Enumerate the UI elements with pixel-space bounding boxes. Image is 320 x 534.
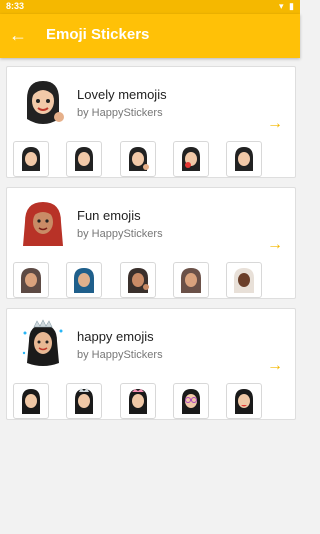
arrow-right-icon[interactable]: → bbox=[267, 115, 283, 133]
arrow-right-icon[interactable]: → bbox=[267, 236, 283, 254]
memoji-face-icon bbox=[75, 147, 93, 171]
sticker-pack-card[interactable]: happy emojis by HappyStickers → bbox=[6, 308, 296, 420]
pack-author: by HappyStickers bbox=[77, 228, 163, 240]
battery-icon: ▮ bbox=[289, 1, 294, 11]
memoji-face-icon bbox=[128, 268, 149, 293]
sticker-thumbnail bbox=[120, 262, 156, 298]
sticker-thumbnail bbox=[173, 262, 209, 298]
sticker-thumbnail bbox=[226, 141, 262, 177]
memoji-face-icon bbox=[75, 388, 93, 414]
pack-author: by HappyStickers bbox=[77, 107, 163, 119]
memoji-face-icon bbox=[22, 147, 40, 171]
memoji-face-icon bbox=[129, 389, 147, 414]
memoji-face-icon bbox=[21, 268, 41, 293]
memoji-face-icon bbox=[181, 268, 201, 293]
arrow-left-icon: ← bbox=[9, 25, 27, 45]
sticker-pack-card[interactable]: Lovely memojis by HappyStickers → bbox=[6, 66, 296, 178]
sticker-pack-list: Lovely memojis by HappyStickers → Fun em… bbox=[0, 58, 300, 534]
sticker-thumbnail bbox=[226, 383, 262, 419]
memoji-face-icon bbox=[129, 147, 149, 171]
status-icons: ▾ ▮ bbox=[276, 1, 294, 12]
pack-tray-image bbox=[22, 319, 63, 366]
pack-name: Lovely memojis bbox=[77, 87, 167, 102]
pack-tray-image bbox=[23, 202, 63, 246]
status-time: 8:33 bbox=[6, 1, 25, 11]
sticker-thumbnail bbox=[13, 383, 49, 419]
page-title: Emoji Stickers bbox=[46, 26, 150, 43]
memoji-face-icon bbox=[234, 268, 254, 293]
sticker-thumbnail bbox=[66, 262, 102, 298]
sticker-thumbnail bbox=[173, 383, 209, 419]
sticker-thumbnail bbox=[120, 383, 156, 419]
status-bar: 8:33 ▾ ▮ bbox=[0, 0, 300, 14]
sticker-thumbnail bbox=[13, 141, 49, 177]
sticker-thumbnail bbox=[66, 141, 102, 177]
back-button[interactable]: ← bbox=[8, 24, 28, 46]
pack-name: Fun emojis bbox=[77, 208, 141, 223]
sticker-thumbnail bbox=[226, 262, 262, 298]
app-bar: ← Emoji Stickers bbox=[0, 14, 300, 58]
sticker-thumbnail bbox=[66, 383, 102, 419]
sticker-pack-card[interactable]: Fun emojis by HappyStickers → bbox=[6, 187, 296, 299]
memoji-face-icon bbox=[235, 389, 253, 414]
sticker-thumbnail bbox=[13, 262, 49, 298]
sticker-thumbnail bbox=[173, 141, 209, 177]
sticker-thumbnail bbox=[120, 141, 156, 177]
pack-author: by HappyStickers bbox=[77, 349, 163, 361]
pack-tray-image bbox=[27, 81, 64, 124]
memoji-face-icon bbox=[182, 147, 200, 171]
memoji-face-icon bbox=[74, 268, 94, 293]
pack-name: happy emojis bbox=[77, 329, 154, 344]
arrow-right-icon[interactable]: → bbox=[267, 357, 283, 375]
memoji-face-icon bbox=[22, 389, 40, 414]
wifi-icon: ▾ bbox=[279, 1, 284, 11]
memoji-face-icon bbox=[182, 389, 200, 414]
memoji-face-icon bbox=[235, 147, 253, 171]
